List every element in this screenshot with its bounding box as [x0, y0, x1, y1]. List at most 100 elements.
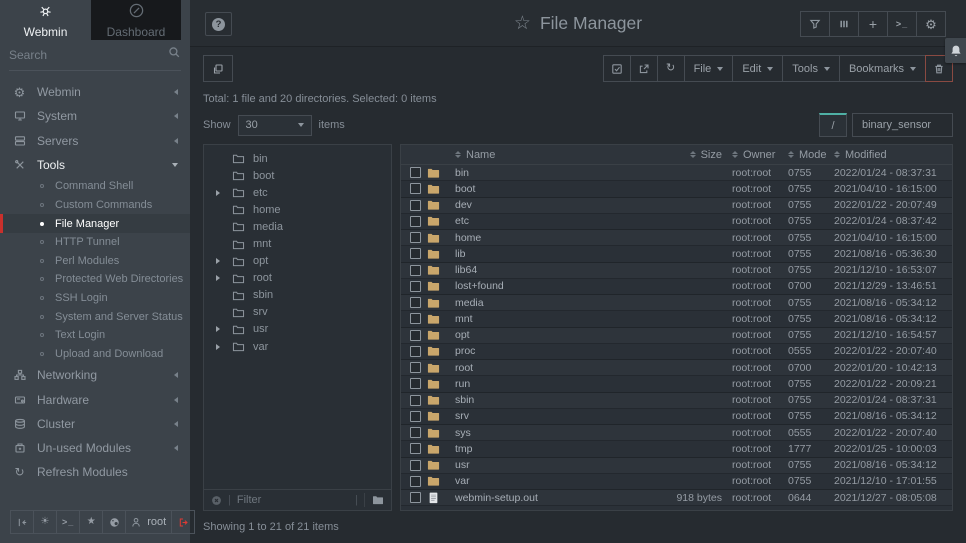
table-row-run[interactable]: runroot:root07552022/01/22 - 20:09:21 [401, 376, 952, 392]
sidebar-section-cluster[interactable]: Cluster [0, 412, 190, 436]
cell-name[interactable]: media [455, 297, 644, 309]
sidebar-item-http-tunnel[interactable]: HTTP Tunnel [0, 233, 190, 252]
row-checkbox[interactable] [410, 395, 421, 406]
row-checkbox[interactable] [410, 313, 421, 324]
row-checkbox[interactable] [410, 346, 421, 357]
row-checkbox[interactable] [410, 330, 421, 341]
expand-arrow-icon[interactable] [216, 275, 224, 281]
sidebar-section-system[interactable]: System [0, 104, 190, 128]
table-row-usr[interactable]: usrroot:root07552021/08/16 - 05:34:12 [401, 458, 952, 474]
table-row-boot[interactable]: bootroot:root07552021/04/10 - 16:15:00 [401, 181, 952, 197]
table-row-lib[interactable]: libroot:root07552021/08/16 - 05:36:30 [401, 246, 952, 262]
tree-item-media[interactable]: media [204, 218, 391, 235]
collapse-sidebar-button[interactable] [10, 510, 34, 534]
favorites-button[interactable]: ★ [79, 510, 103, 534]
cell-name[interactable]: opt [455, 329, 644, 341]
refresh-button[interactable]: ↻ [657, 55, 685, 82]
tab-dashboard[interactable]: Dashboard [91, 0, 181, 40]
cell-name[interactable]: usr [455, 459, 644, 471]
table-row-media[interactable]: mediaroot:root07552021/08/16 - 05:34:12 [401, 295, 952, 311]
expand-arrow-icon[interactable] [216, 258, 224, 264]
settings-button[interactable]: ⚙ [916, 11, 946, 37]
cell-name[interactable]: var [455, 475, 644, 487]
tree-item-var[interactable]: var [204, 338, 391, 355]
table-row-root[interactable]: rootroot:root07002022/01/20 - 10:42:13 [401, 360, 952, 376]
search-icon[interactable] [168, 46, 181, 64]
sidebar-item-perl-modules[interactable]: Perl Modules [0, 252, 190, 271]
row-checkbox[interactable] [410, 378, 421, 389]
column-header-name[interactable]: Name [455, 149, 644, 161]
cell-name[interactable]: webmin-setup.out [455, 492, 644, 504]
clear-filter-icon[interactable] [211, 495, 222, 506]
row-checkbox[interactable] [410, 362, 421, 373]
cell-name[interactable]: home [455, 232, 644, 244]
tree-item-srv[interactable]: srv [204, 304, 391, 321]
cell-name[interactable]: boot [455, 183, 644, 195]
row-checkbox[interactable] [410, 167, 421, 178]
theme-palette-button[interactable] [102, 510, 126, 534]
tree-item-home[interactable]: home [204, 201, 391, 218]
export-button[interactable] [630, 55, 658, 82]
sidebar-section-servers[interactable]: Servers [0, 129, 190, 153]
row-checkbox[interactable] [410, 476, 421, 487]
table-row-opt[interactable]: optroot:root07552021/12/10 - 16:54:57 [401, 328, 952, 344]
tree-item-mnt[interactable]: mnt [204, 235, 391, 252]
sidebar-item-custom-commands[interactable]: Custom Commands [0, 196, 190, 215]
row-checkbox[interactable] [410, 248, 421, 259]
table-row-lib64[interactable]: lib64root:root07552021/12/10 - 16:53:07 [401, 263, 952, 279]
tree-folder-toggle[interactable] [364, 493, 384, 507]
tree-item-bin[interactable]: bin [204, 150, 391, 167]
cell-name[interactable]: mnt [455, 313, 644, 325]
table-row-mnt[interactable]: mntroot:root07552021/08/16 - 05:34:12 [401, 311, 952, 327]
tree-filter-input[interactable] [237, 494, 349, 506]
table-row-sys[interactable]: sysroot:root05552022/01/22 - 20:07:40 [401, 425, 952, 441]
cell-name[interactable]: dev [455, 199, 644, 211]
cell-name[interactable]: bin [455, 167, 644, 179]
terminal-button[interactable]: >_ [56, 510, 80, 534]
sidebar-section-tools[interactable]: Tools [0, 153, 190, 177]
row-checkbox[interactable] [410, 492, 421, 503]
table-row-var[interactable]: varroot:root07552021/12/10 - 17:01:55 [401, 474, 952, 490]
column-header-modified[interactable]: Modified [834, 149, 952, 161]
page-size-select[interactable]: 30 [238, 115, 312, 136]
menu-bookmarks-button[interactable]: Bookmarks [839, 55, 926, 82]
sidebar-section-webmin[interactable]: ⚙Webmin [0, 80, 190, 104]
table-row-webmin-setup-out[interactable]: webmin-setup.out918 bytesroot:root064420… [401, 490, 952, 506]
tree-item-root[interactable]: root [204, 270, 391, 287]
menu-file-button[interactable]: File [684, 55, 734, 82]
row-checkbox[interactable] [410, 232, 421, 243]
sidebar-item-upload-and-download[interactable]: Upload and Download [0, 345, 190, 364]
table-row-tmp[interactable]: tmproot:root17772022/01/25 - 10:00:03 [401, 441, 952, 457]
expand-arrow-icon[interactable] [216, 344, 224, 350]
tree-item-etc[interactable]: etc [204, 184, 391, 201]
sidebar-item-text-login[interactable]: Text Login [0, 326, 190, 345]
table-row-lost-found[interactable]: lost+foundroot:root07002021/12/29 - 13:4… [401, 279, 952, 295]
root-path-button[interactable]: / [819, 113, 847, 137]
row-checkbox[interactable] [410, 265, 421, 276]
terminal-button[interactable]: >_ [887, 11, 917, 37]
cell-name[interactable]: lib64 [455, 264, 644, 276]
menu-tools-button[interactable]: Tools [782, 55, 840, 82]
table-row-sbin[interactable]: sbinroot:root07552022/01/24 - 08:37:31 [401, 393, 952, 409]
cell-name[interactable]: run [455, 378, 644, 390]
tree-item-opt[interactable]: opt [204, 253, 391, 270]
row-checkbox[interactable] [410, 297, 421, 308]
expand-arrow-icon[interactable] [216, 190, 224, 196]
cell-name[interactable]: sys [455, 427, 644, 439]
table-row-home[interactable]: homeroot:root07552021/04/10 - 16:15:00 [401, 230, 952, 246]
path-filter-input[interactable] [852, 113, 953, 137]
tree-item-boot[interactable]: boot [204, 167, 391, 184]
row-checkbox[interactable] [410, 411, 421, 422]
menu-edit-button[interactable]: Edit [732, 55, 783, 82]
sidebar-section-refresh-modules[interactable]: ↻Refresh Modules [0, 460, 190, 484]
sidebar-item-command-shell[interactable]: Command Shell [0, 177, 190, 196]
cell-name[interactable]: etc [455, 215, 644, 227]
row-checkbox[interactable] [410, 460, 421, 471]
cell-name[interactable]: sbin [455, 394, 644, 406]
table-row-bin[interactable]: binroot:root07552022/01/24 - 08:37:31 [401, 165, 952, 181]
notification-bell-button[interactable] [945, 38, 966, 63]
paste-clipboard-button[interactable] [203, 55, 233, 82]
help-button[interactable]: ? [205, 12, 232, 36]
add-button[interactable]: + [858, 11, 888, 37]
cell-name[interactable]: lib [455, 248, 644, 260]
